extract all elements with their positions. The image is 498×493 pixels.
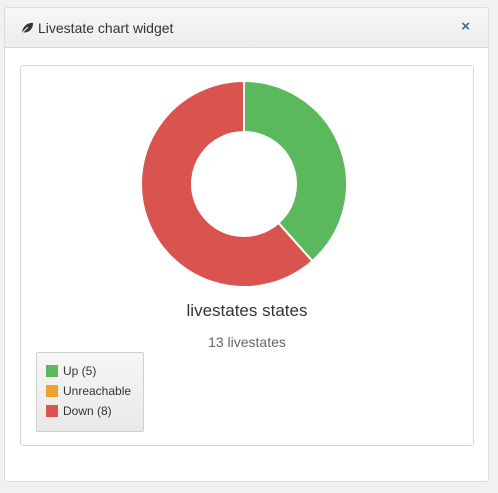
chart-title: livestates states [186, 301, 308, 320]
chart-legend: Up (5) Unreachable Down (8) [36, 352, 144, 432]
legend-item-down[interactable]: Down (8) [46, 401, 143, 421]
chart-panel: livestates states 13 livestates Up (5) U… [20, 65, 474, 446]
legend-label-unreachable: Unreachable [63, 384, 132, 398]
legend-item-unreachable[interactable]: Unreachable [46, 381, 143, 401]
legend-item-up[interactable]: Up (5) [46, 361, 143, 381]
legend-swatch-up [46, 365, 58, 377]
close-button[interactable]: × [461, 19, 470, 35]
leaf-icon [20, 22, 34, 35]
livestate-chart-widget: Livestate chart widget × livestates stat… [4, 7, 489, 482]
chart-subtitle: 13 livestates [208, 334, 286, 350]
legend-swatch-unreachable [46, 385, 58, 397]
widget-header: Livestate chart widget × [5, 8, 488, 48]
legend-label-down: Down (8) [63, 404, 112, 418]
legend-label-up: Up (5) [63, 364, 97, 378]
widget-title: Livestate chart widget [38, 20, 174, 36]
donut-chart [140, 80, 348, 288]
legend-swatch-down [46, 405, 58, 417]
